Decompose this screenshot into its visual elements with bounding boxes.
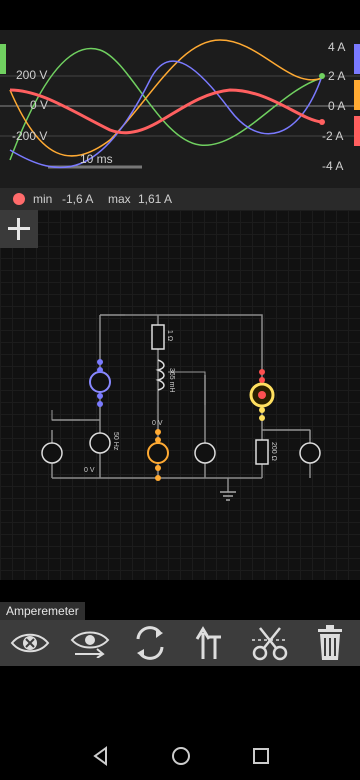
node-voltage-label: 0 V [152,420,163,427]
series-blue [9,60,323,169]
series-orange [9,39,323,157]
resistor-label: 1 Ω [166,330,173,342]
series-swatch-orange[interactable] [354,80,360,110]
series-swatch-blue[interactable] [354,44,360,74]
recents-icon[interactable] [250,745,272,767]
series-color-dot [13,193,25,205]
rotate-icon [136,626,164,660]
right-axis-label: 2 A [328,69,346,83]
series-swatch-green[interactable] [0,44,6,74]
node-voltage-label: 0 V [84,467,95,474]
left-axis-label: 0 V [30,98,49,112]
scissors-icon [252,627,288,661]
left-axis-label: 200 V [16,68,48,82]
max-label: max [108,192,131,206]
right-axis-label: 0 A [328,99,346,113]
eye-arrow-icon [70,631,110,658]
source-frequency-label: 50 Hz [112,432,119,451]
measurement-status: min -1,6 A max 1,61 A [0,188,360,210]
rotate-button[interactable] [120,620,180,666]
back-icon[interactable] [90,745,112,767]
right-axis-label: 4 A [328,40,346,54]
home-icon[interactable] [170,745,192,767]
min-value: -1,6 A [62,192,94,206]
add-component-button[interactable] [0,210,38,248]
system-navigation-bar [0,730,360,780]
component-toolbar [0,620,360,666]
circuit-diagram [41,314,321,501]
right-axis-label: -4 A [322,159,344,173]
oscilloscope-panel[interactable]: 200 V 0 V -200 V 4 A 2 A 0 A -2 A -4 A 1… [0,30,360,188]
inductor-label: 365 mH [168,368,175,393]
circuit-canvas[interactable]: 1 Ω 365 mH 0 V 50 Hz 0 V 200 Ω [0,210,360,580]
swap-button[interactable] [180,620,240,666]
series-swatch-red[interactable] [354,116,360,146]
series-red [9,88,323,135]
swap-arrows-icon [195,626,221,659]
cut-button[interactable] [240,620,300,666]
max-value: 1,61 A [138,192,173,206]
show-button[interactable] [60,620,120,666]
top-status-area [0,0,360,30]
oscilloscope-plot [0,39,360,169]
resistor-label: 200 Ω [270,442,277,461]
eye-crossed-icon [10,633,50,653]
left-axis-label: -200 V [12,129,48,143]
timescale-label: 10 ms [80,152,113,166]
trash-icon [318,625,342,660]
hide-button[interactable] [0,620,60,666]
delete-button[interactable] [300,620,360,666]
right-axis-label: -2 A [322,129,344,143]
min-label: min [33,192,53,206]
selected-component-label: Amperemeter [0,602,85,620]
